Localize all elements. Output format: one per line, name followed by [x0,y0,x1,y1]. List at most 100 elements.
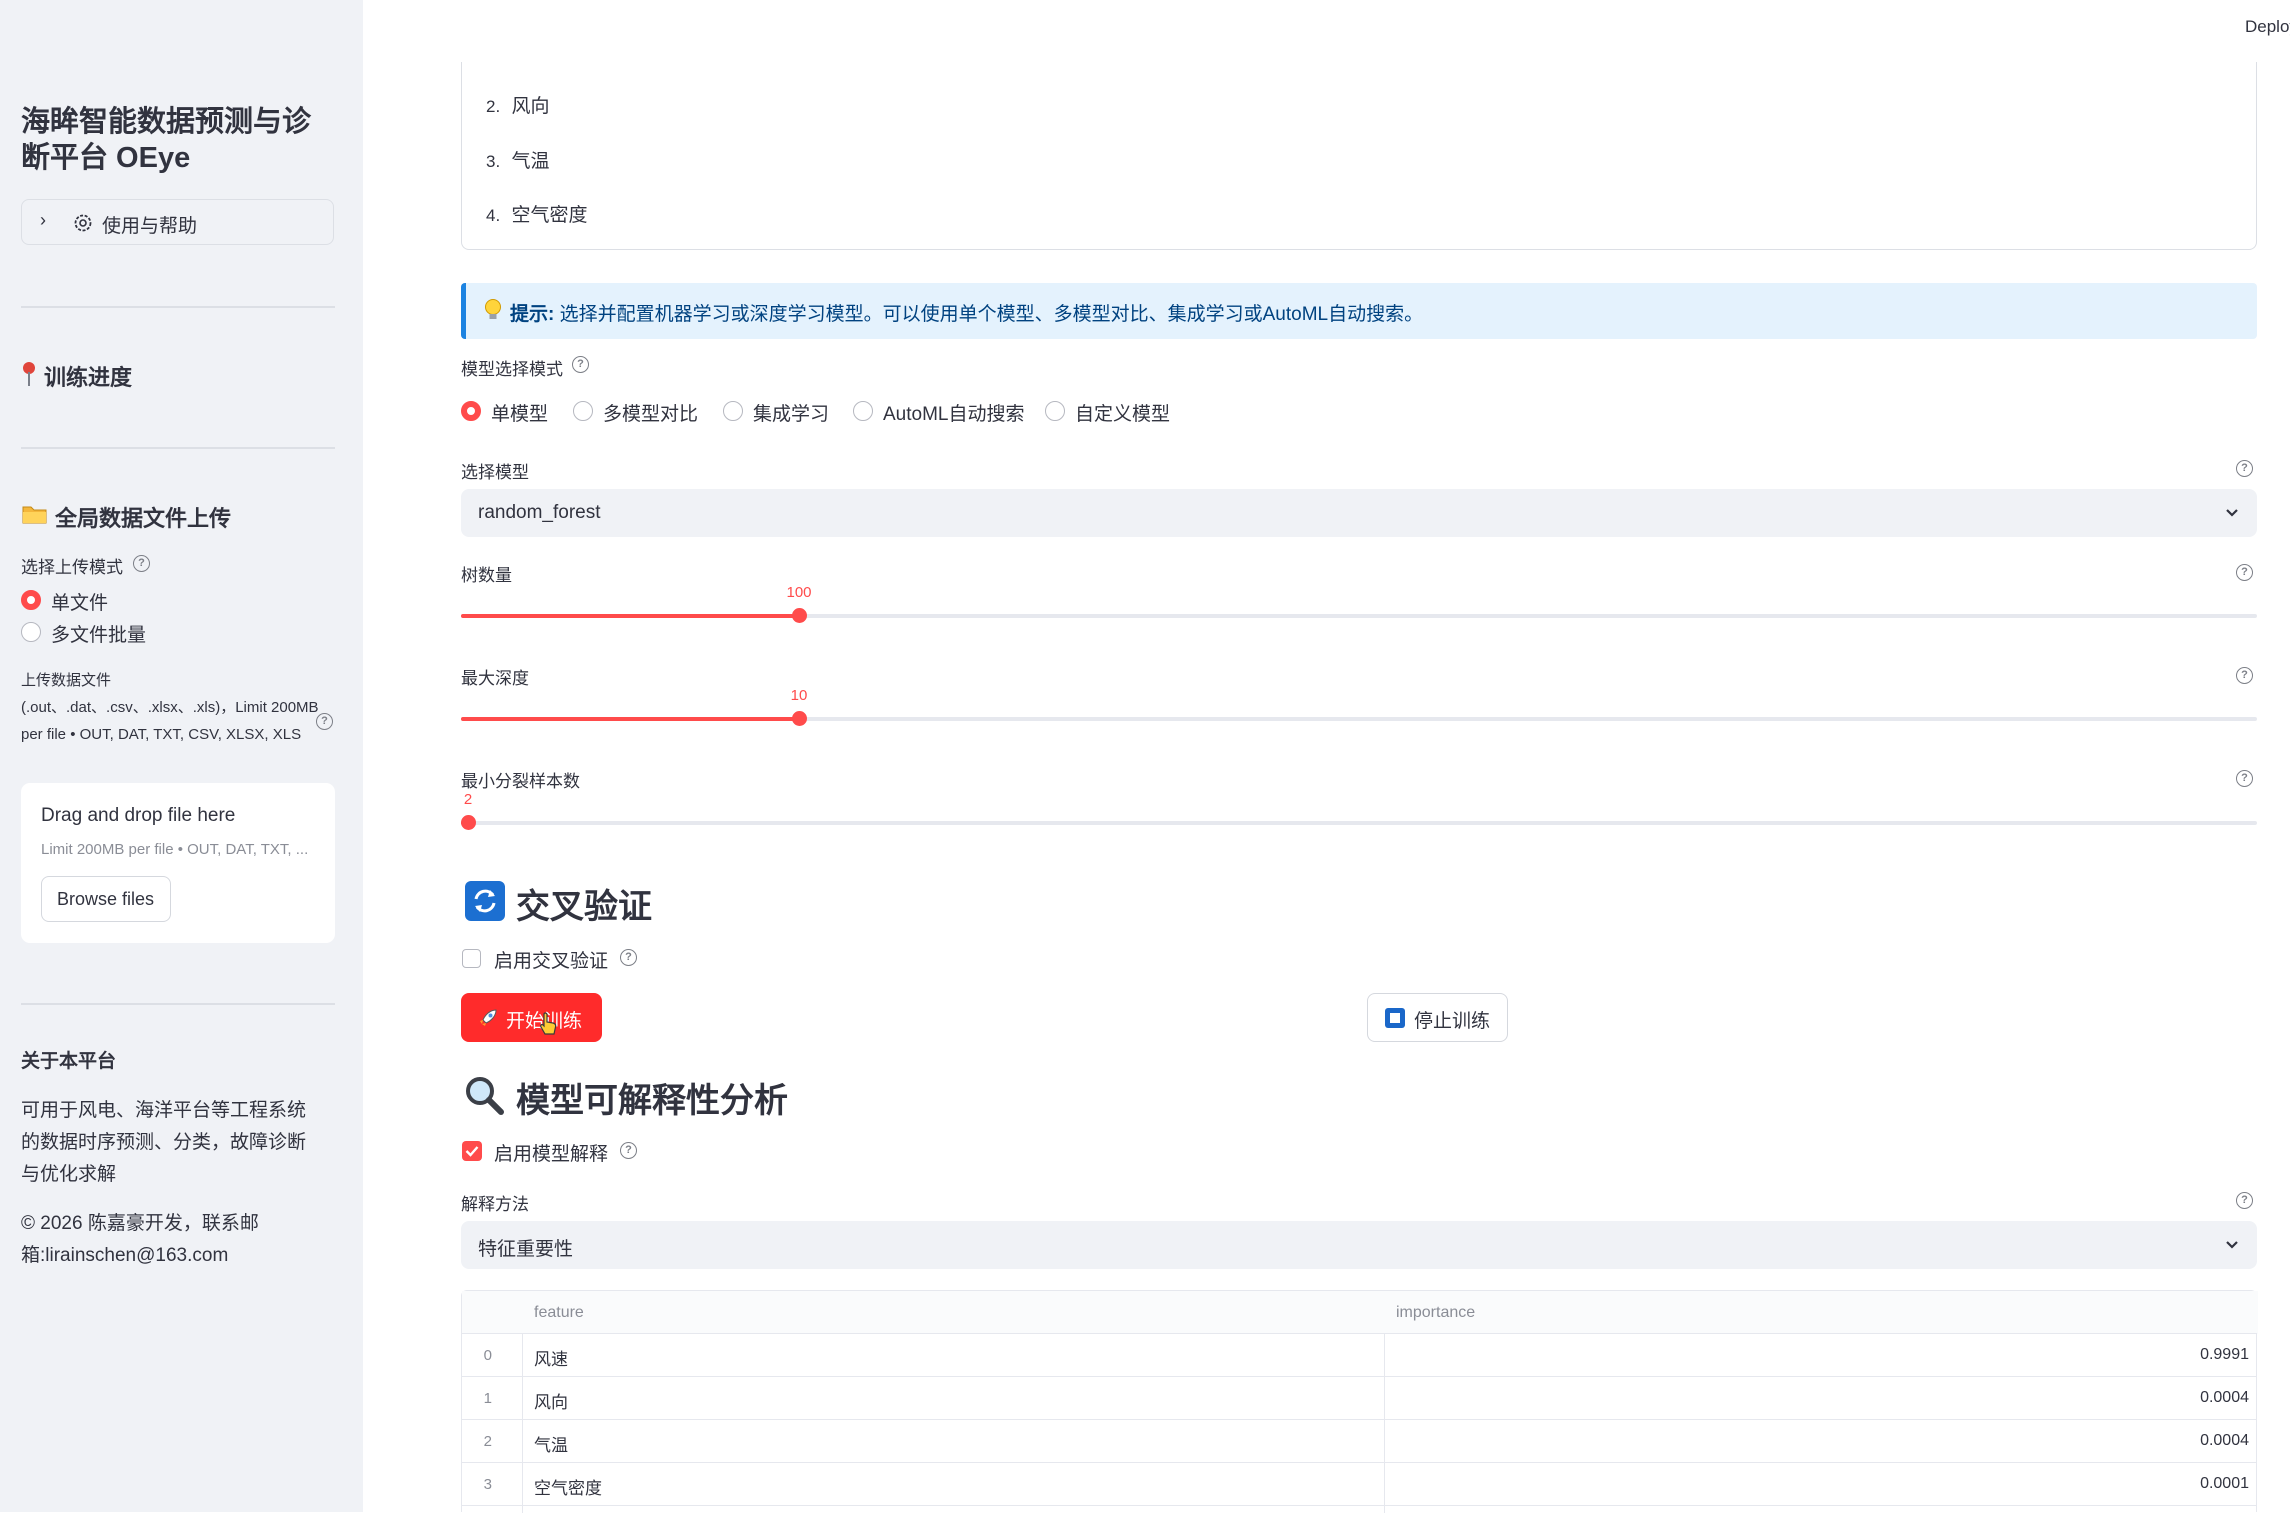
slider-value: 100 [786,584,812,601]
row-index: 2 [483,1433,492,1450]
hand-cursor-icon [540,1012,557,1035]
about-text: 可用于风电、海洋平台等工程系统的数据时序预测、分类，故障诊断与优化求解 [21,1100,307,1185]
max-depth-label: 最大深度 [461,669,529,688]
importance-cell[interactable]: 0.0004 [2200,1432,2249,1450]
radio-multi-file[interactable] [21,622,41,642]
help-expander-label: 使用与帮助 [102,216,198,237]
slider-value: 10 [790,687,808,704]
rocket-icon [480,1009,497,1026]
model-select[interactable]: random_forest [461,489,2257,537]
list-item: 2. 风向 [486,91,549,118]
column-header-importance[interactable]: importance [1396,1304,1475,1322]
help-icon[interactable]: ? [2236,1192,2253,1209]
help-icon[interactable]: ? [620,1142,637,1159]
max-depth-slider[interactable]: 10 [461,687,2257,726]
row-index: 3 [483,1476,492,1493]
explain-heading: 模型可解释性分析 [516,1082,788,1120]
slider-fill [461,717,799,721]
feature-list-box: 2. 风向 3. 气温 4. 空气密度 [461,62,2257,250]
cv-checkbox[interactable] [462,949,481,968]
row-line [461,1462,2257,1463]
upload-section-heading: 全局数据文件上传 [55,506,232,531]
list-number: 3. [486,152,501,171]
row-line [461,1333,2257,1334]
cv-checkbox-label: 启用交叉验证 [494,951,609,972]
feature-cell[interactable]: 气温 [534,1431,568,1456]
explain-method-value: 特征重要性 [478,1239,574,1260]
list-text: 气温 [511,151,550,172]
dropzone-title: Drag and drop file here [41,805,236,826]
help-icon[interactable]: ? [133,555,150,572]
radio-single-model-label: 单模型 [491,404,549,425]
copyright-text: © 2026 陈嘉豪开发，联系邮箱:lirainschen@163.com [21,1213,259,1266]
importance-cell[interactable]: 0.0001 [2200,1475,2249,1493]
list-text: 空气密度 [511,205,588,226]
slider-thumb[interactable] [792,711,807,726]
radio-custom-model-label: 自定义模型 [1075,404,1171,425]
radio-custom-model[interactable] [1045,401,1065,421]
n-trees-slider[interactable]: 100 [461,584,2257,623]
feature-cell[interactable]: 空气密度 [534,1474,602,1499]
help-icon[interactable]: ? [2236,564,2253,581]
row-line [461,1505,2257,1506]
feature-cell[interactable]: 风速 [534,1345,568,1370]
help-icon[interactable]: ? [2236,770,2253,787]
radio-single-model[interactable] [461,401,481,421]
lightbulb-icon [485,299,501,319]
info-tip-box: 提示: 选择并配置机器学习或深度学习模型。可以使用单个模型、多模型对比、集成学习… [461,283,2257,339]
browse-files-button[interactable]: Browse files [41,876,171,922]
slider-thumb[interactable] [461,815,476,830]
importance-cell[interactable]: 0.0004 [2200,1389,2249,1407]
radio-ensemble-label: 集成学习 [753,404,830,425]
help-icon[interactable]: ? [316,713,333,730]
training-progress-heading: 训练进度 [44,365,133,390]
help-icon[interactable]: ? [620,949,637,966]
radio-automl-label: AutoML自动搜索 [883,404,1025,425]
column-header-feature[interactable]: feature [534,1304,584,1322]
sidebar-divider [21,1003,335,1005]
gear-icon [74,214,92,232]
upload-mode-label: 选择上传模式 [21,558,123,577]
tip-bold: 提示: [510,304,555,325]
radio-automl[interactable] [853,401,873,421]
slider-thumb[interactable] [792,608,807,623]
n-trees-label: 树数量 [461,566,512,585]
row-line [461,1419,2257,1420]
help-icon[interactable]: ? [572,356,589,373]
pin-icon [22,361,36,392]
stop-training-button[interactable]: 停止训练 [1367,993,1508,1042]
stop-icon [1385,1008,1405,1028]
sidebar-divider [21,306,335,308]
explain-method-select[interactable]: 特征重要性 [461,1221,2257,1269]
deploy-button[interactable]: Deploy [2245,17,2290,37]
chevron-down-icon [2226,1241,2238,1249]
main-content: Deploy 2. 风向 3. 气温 4. 空气密度 提示: 选择并配置机器学习… [363,0,2290,1513]
list-text: 风向 [511,96,550,117]
info-tip-text: 提示: 选择并配置机器学习或深度学习模型。可以使用单个模型、多模型对比、集成学习… [510,299,1423,326]
app-title: 海眸智能数据预测与诊断平台 OEye [21,106,312,174]
tip-body: 选择并配置机器学习或深度学习模型。可以使用单个模型、多模型对比、集成学习或Aut… [554,304,1424,325]
min-split-slider[interactable]: 2 [461,791,2257,830]
feature-cell[interactable]: 风向 [534,1388,568,1413]
explain-method-label: 解释方法 [461,1195,529,1214]
row-index: 0 [483,1347,492,1364]
slider-value: 2 [463,791,473,808]
chevron-down-icon [2226,509,2238,517]
importance-cell[interactable]: 0.9991 [2200,1346,2249,1364]
table-header [462,1291,2258,1334]
explain-checkbox[interactable] [462,1141,482,1161]
magnifier-icon [466,1077,504,1115]
radio-multi-model[interactable] [573,401,593,421]
chevron-right-icon: › [40,210,46,230]
help-expander[interactable]: › 使用与帮助 [21,199,334,245]
list-item: 3. 气温 [486,146,549,173]
radio-ensemble[interactable] [723,401,743,421]
radio-single-file[interactable] [21,590,41,610]
help-icon[interactable]: ? [2236,667,2253,684]
upload-file-label: 上传数据文件 (.out、.dat、.csv、.xlsx、.xls)，Limit… [21,672,319,743]
help-icon[interactable]: ? [2236,460,2253,477]
file-dropzone[interactable]: Drag and drop file here Limit 200MB per … [21,783,335,943]
start-training-button[interactable]: 开始训练 [461,993,602,1042]
row-index: 1 [483,1390,492,1407]
slider-fill [461,614,799,618]
